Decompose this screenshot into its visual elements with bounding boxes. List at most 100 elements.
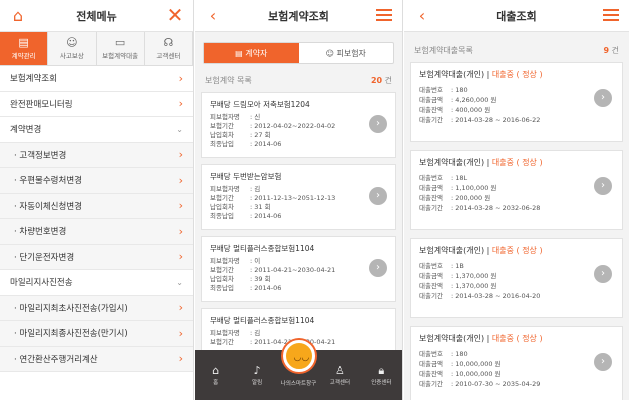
row-key: 대출기간: [419, 204, 443, 212]
row-key: 대출기간: [419, 380, 443, 388]
menu-item-vehicle-number[interactable]: · 차량번호변경 ›: [0, 219, 193, 245]
chevron-right-icon: ›: [178, 173, 183, 187]
document-icon: ▤: [18, 36, 29, 49]
card-row: 대출번호: 1B: [419, 261, 614, 271]
menu-item-label: · 단기운전자변경: [14, 252, 75, 263]
row-value: : 200,000 원: [451, 194, 491, 202]
list-count: 9 건: [604, 45, 620, 56]
card-icon: ▭: [114, 36, 126, 49]
tab-insured[interactable]: ☺ 피보험자: [299, 43, 394, 63]
hamburger-icon[interactable]: [374, 6, 394, 26]
menu-item-label: 보험계약조회: [10, 74, 57, 85]
nav-customer-center[interactable]: ♙ 고객센터: [319, 350, 360, 400]
tab-policy-holder[interactable]: ▤ 계약자: [204, 43, 299, 63]
row-value: : 1B: [451, 262, 464, 270]
chevron-right-icon[interactable]: ›: [369, 259, 387, 277]
tab-label: 보험계약대출: [102, 52, 139, 60]
row-key: 대출기간: [419, 116, 443, 124]
loan-card[interactable]: 보험계약대출(개인) | 대출중 ( 정상 ) 대출번호: 180 대출금액: …: [410, 62, 623, 142]
row-value: : 39 회: [250, 275, 271, 283]
tab-policy-loan[interactable]: ▭ 보험계약대출: [97, 32, 145, 65]
row-key: 대출금액: [419, 360, 443, 368]
tab-customer-center[interactable]: ☊ 고객센터: [145, 32, 193, 65]
chevron-right-icon[interactable]: ›: [594, 89, 612, 107]
menu-item-short-driver[interactable]: · 단기운전자변경 ›: [0, 244, 193, 270]
row-value: : 10,000,000 원: [451, 360, 501, 368]
contract-name: 무배당 드림모아 저축보험1204: [210, 100, 310, 109]
nav-home[interactable]: ⌂ 홈: [195, 350, 236, 400]
full-menu-panel: ⌂ 전체메뉴 ✕ ▤ 계약관리 ☺ 사고보상 ▭ 보험계약대출 ☊ 고객센터 보험계약조…: [0, 0, 194, 400]
chevron-right-icon: ›: [178, 250, 183, 264]
menu-item-contract-change[interactable]: 계약변경 ⌄: [0, 117, 193, 143]
card-row: 보험기간: 2011-04-21~2030-04-21: [210, 266, 387, 275]
chevron-right-icon[interactable]: ›: [594, 265, 612, 283]
nav-smart-window[interactable]: ◡◡ 나의스마트창구: [278, 340, 319, 400]
menu-item-label: · 마일리지최종사진전송(만기시): [14, 329, 128, 340]
menu-item-mileage-photo[interactable]: 마일리지사진전송 ⌄: [0, 270, 193, 296]
menu-item-annual-mileage[interactable]: · 연간환산주행거리계산 ›: [0, 346, 193, 372]
chevron-right-icon[interactable]: ›: [594, 177, 612, 195]
hamburger-icon[interactable]: [601, 6, 621, 26]
close-icon[interactable]: ✕: [165, 5, 185, 26]
contract-card[interactable]: 무배당 드림모아 저축보험1204 피보험자명: 신 보험기간: 2012-04…: [201, 92, 396, 158]
menu-item-label: 완전판매모니터링: [10, 99, 73, 110]
row-key: 대출잔액: [419, 282, 443, 290]
contract-name: 무배당 두번받는암보험: [210, 172, 282, 181]
chevron-right-icon[interactable]: ›: [369, 187, 387, 205]
menu-tabs: ▤ 계약관리 ☺ 사고보상 ▭ 보험계약대출 ☊ 고객센터: [0, 32, 193, 66]
loan-list-header: 보험계약대출목록 9 건: [404, 42, 629, 58]
loan-header: ‹ 대출조회: [404, 0, 629, 32]
menu-item-label: · 연간환산주행거리계산: [14, 354, 98, 365]
loan-card[interactable]: 보험계약대출(개인) | 대출중 ( 정상 ) 대출번호: 1B 대출금액: 1…: [410, 238, 623, 318]
row-value: : 2014-03-28 ~ 2016-06-22: [451, 116, 541, 124]
card-row: 피보험자명: 김: [210, 185, 387, 194]
contract-card[interactable]: 무배당 두번받는암보험 피보험자명: 김 보험기간: 2011-12-13~20…: [201, 164, 396, 230]
contract-card[interactable]: 무배당 멀티플러스종합보험1104 피보험자명: 이 보험기간: 2011-04…: [201, 236, 396, 302]
card-row: 대출잔액 : 400,000 원: [419, 105, 614, 115]
menu-item-label: 계약변경: [10, 125, 42, 136]
card-row: 대출번호: 18L: [419, 173, 614, 183]
row-value: : 2014-06: [250, 284, 282, 292]
row-value: : 4,260,000 원: [451, 96, 497, 104]
row-value: : 180: [451, 350, 468, 358]
tab-label: 고객센터: [156, 52, 181, 60]
menu-item-sales-monitoring[interactable]: 완전판매모니터링 ›: [0, 92, 193, 117]
loan-card[interactable]: 보험계약대출(개인) | 대출중 ( 정상 ) 대출번호: 18L 대출금액: …: [410, 150, 623, 230]
menu-item-customer-info[interactable]: · 고객정보변경 ›: [0, 142, 193, 168]
tab-accident-claims[interactable]: ☺ 사고보상: [48, 32, 97, 65]
chevron-right-icon[interactable]: ›: [369, 115, 387, 133]
nav-label: 알림: [252, 380, 263, 386]
menu-item-mileage-first[interactable]: · 마일리지최초사진전송(가입시) ›: [0, 295, 193, 321]
nav-notifications[interactable]: ♪ 알림: [236, 350, 277, 400]
chevron-right-icon: ›: [178, 224, 183, 238]
menu-item-contract-inquiry[interactable]: 보험계약조회 ›: [0, 66, 193, 92]
menu-item-label: · 마일리지최초사진전송(가입시): [14, 303, 128, 314]
document-icon: ▤: [235, 48, 246, 58]
list-label: 보험계약대출목록: [414, 45, 473, 55]
contract-inquiry-panel: ‹ 보험계약조회 ▤ 계약자 ☺ 피보험자 보험계약 목록 20 건 무배당 드…: [195, 0, 403, 400]
chevron-right-icon[interactable]: ›: [594, 353, 612, 371]
row-key: 납입회차: [210, 131, 234, 139]
menu-item-autopay[interactable]: · 자동이체신청변경 ›: [0, 193, 193, 219]
chevron-right-icon: ›: [178, 97, 183, 111]
card-row: 피보험자명: 김: [210, 329, 387, 338]
chevron-right-icon: ›: [178, 301, 183, 315]
tab-contract-management[interactable]: ▤ 계약관리: [0, 32, 49, 65]
card-row: 대출기간: 2014-03-28 ~ 2032-06-28: [419, 203, 614, 213]
menu-item-mail-address[interactable]: · 우편물수령처변경 ›: [0, 168, 193, 194]
row-key: 보험기간: [210, 122, 234, 130]
card-row: 납입회차: 39 회: [210, 275, 387, 284]
row-key: 대출번호: [419, 174, 443, 182]
menu-header: ⌂ 전체메뉴 ✕: [0, 0, 193, 32]
card-row: 대출기간 : 2014-03-28 ~ 2016-06-22: [419, 115, 614, 125]
menu-item-mileage-final[interactable]: · 마일리지최종사진전송(만기시) ›: [0, 321, 193, 347]
card-row: 최종납입: 2014-06: [210, 140, 387, 149]
row-key: 대출금액: [419, 272, 443, 280]
row-value: : 400,000 원: [451, 106, 491, 114]
card-row: 대출번호: 180: [419, 349, 614, 359]
nav-certificate-center[interactable]: 🔒︎ 인증센터: [361, 350, 402, 400]
row-value: : 2011-12-13~2051-12-13: [250, 194, 336, 202]
loan-card[interactable]: 보험계약대출(개인) | 대출중 ( 정상 ) 대출번호: 180 대출금액: …: [410, 326, 623, 400]
row-key: 대출잔액: [419, 106, 443, 114]
loan-type: 보험계약대출(개인): [419, 70, 485, 79]
